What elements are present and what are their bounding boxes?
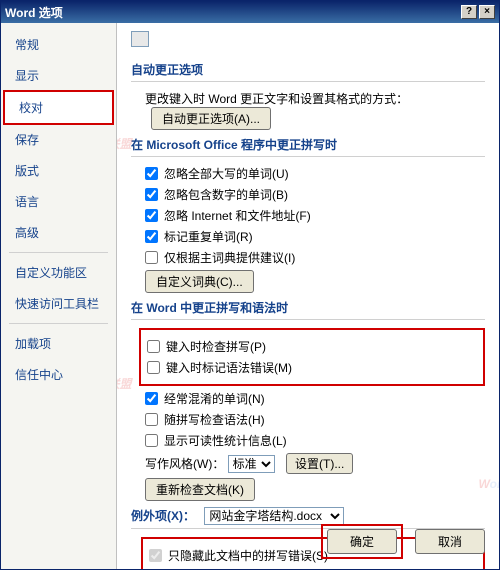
sidebar-item-advanced[interactable]: 高级 <box>1 217 116 248</box>
checkbox-grammar-spell[interactable] <box>145 413 158 426</box>
sidebar-item-trust-center[interactable]: 信任中心 <box>1 359 116 390</box>
checkbox-ignore-upper[interactable] <box>145 167 158 180</box>
settings-button[interactable]: 设置(T)... <box>286 453 353 474</box>
label-hide-spelling: 只隐藏此文档中的拼写错误(S) <box>168 547 328 564</box>
sidebar-separator <box>9 323 108 324</box>
content-pane: Word联盟 Word联盟 Word 自动更正选项 更改键入时 Word 更正文… <box>117 23 499 569</box>
checkbox-main-dict[interactable] <box>145 251 158 264</box>
sidebar: 常规 显示 校对 保存 版式 语言 高级 自定义功能区 快速访问工具栏 加载项 … <box>1 23 117 569</box>
writing-style-label: 写作风格(W)： <box>145 457 224 471</box>
label-ignore-upper: 忽略全部大写的单词(U) <box>164 165 289 182</box>
label-ignore-internet: 忽略 Internet 和文件地址(F) <box>164 207 311 224</box>
dialog-buttons: 确定 取消 <box>321 524 485 559</box>
checkbox-check-spelling[interactable] <box>147 340 160 353</box>
autocorrect-options-button[interactable]: 自动更正选项(A)... <box>151 107 271 130</box>
section-ms-office: 在 Microsoft Office 程序中更正拼写时 <box>131 136 485 157</box>
checkbox-flag-repeat[interactable] <box>145 230 158 243</box>
main-area: 常规 显示 校对 保存 版式 语言 高级 自定义功能区 快速访问工具栏 加载项 … <box>1 23 499 569</box>
sidebar-separator <box>9 252 108 253</box>
label-main-dict: 仅根据主词典提供建议(I) <box>164 249 295 266</box>
autocorrect-text: 更改键入时 Word 更正文字和设置其格式的方式： <box>145 92 408 106</box>
label-flag-repeat: 标记重复单词(R) <box>164 228 253 245</box>
sidebar-item-addins[interactable]: 加载项 <box>1 328 116 359</box>
sidebar-item-display[interactable]: 显示 <box>1 60 116 91</box>
sidebar-item-layout[interactable]: 版式 <box>1 155 116 186</box>
label-show-stats: 显示可读性统计信息(L) <box>164 432 287 449</box>
checkbox-hide-spelling[interactable] <box>149 549 162 562</box>
autocorrect-line: 更改键入时 Word 更正文字和设置其格式的方式： 自动更正选项(A)... <box>145 90 485 130</box>
custom-dict-button[interactable]: 自定义词典(C)... <box>145 270 254 293</box>
cancel-button[interactable]: 取消 <box>415 529 485 554</box>
label-grammar-spell: 随拼写检查语法(H) <box>164 411 265 428</box>
checkbox-mark-grammar[interactable] <box>147 361 160 374</box>
sidebar-item-general[interactable]: 常规 <box>1 29 116 60</box>
title-bar: Word 选项 ? × <box>1 1 499 23</box>
exceptions-label: 例外项(X)： <box>131 509 195 523</box>
close-icon[interactable]: × <box>479 5 495 19</box>
label-confused-words: 经常混淆的单词(N) <box>164 390 265 407</box>
sidebar-item-quick-access[interactable]: 快速访问工具栏 <box>1 288 116 319</box>
highlight-ok: 确定 <box>321 524 403 559</box>
exceptions-select[interactable]: 网站金字塔结构.docx <box>204 507 344 525</box>
checkbox-ignore-internet[interactable] <box>145 209 158 222</box>
label-hide-grammar: 只隐藏此文档中的语法错误(D) <box>168 568 329 569</box>
section-selector-icon[interactable] <box>131 31 149 47</box>
sidebar-item-customize-ribbon[interactable]: 自定义功能区 <box>1 257 116 288</box>
window-title: Word 选项 <box>5 4 459 21</box>
highlight-spellcheck-options: 键入时检查拼写(P) 键入时标记语法错误(M) <box>139 328 485 386</box>
ok-button[interactable]: 确定 <box>327 529 397 554</box>
section-autocorrect: 自动更正选项 <box>131 61 485 82</box>
checkbox-show-stats[interactable] <box>145 434 158 447</box>
section-word-correct: 在 Word 中更正拼写和语法时 <box>131 299 485 320</box>
checkbox-ignore-numbers[interactable] <box>145 188 158 201</box>
sidebar-item-proofing[interactable]: 校对 <box>3 90 114 125</box>
recheck-doc-button[interactable]: 重新检查文档(K) <box>145 478 255 501</box>
label-mark-grammar: 键入时标记语法错误(M) <box>166 359 292 376</box>
sidebar-item-language[interactable]: 语言 <box>1 186 116 217</box>
writing-style-select[interactable]: 标准 <box>228 455 275 473</box>
label-check-spelling: 键入时检查拼写(P) <box>166 338 266 355</box>
label-ignore-numbers: 忽略包含数字的单词(B) <box>164 186 288 203</box>
checkbox-confused-words[interactable] <box>145 392 158 405</box>
sidebar-item-save[interactable]: 保存 <box>1 124 116 155</box>
help-icon[interactable]: ? <box>461 5 477 19</box>
